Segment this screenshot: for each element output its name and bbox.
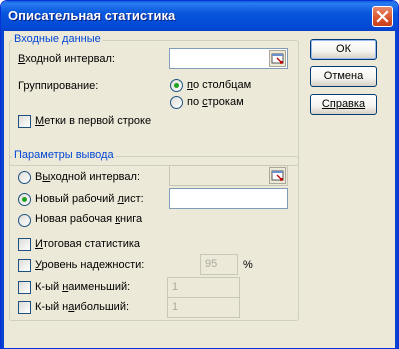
by-rows-label-post: трокам	[207, 96, 244, 108]
summary-stats-label-hotkey: И	[35, 238, 43, 250]
by-rows-label[interactable]: по строкам	[187, 96, 244, 108]
input-range-collapse-button[interactable]	[269, 50, 286, 67]
output-group-legend: Параметры вывода	[12, 149, 116, 161]
new-workbook-label[interactable]: Новая рабочая книга	[35, 213, 142, 225]
input-group-legend: Входные данные	[12, 33, 103, 45]
by-columns-label[interactable]: по столбцам	[187, 79, 251, 91]
confidence-level-field[interactable]: 95	[200, 254, 238, 275]
window-title: Описательная статистика	[8, 8, 176, 23]
ok-button[interactable]: ОК	[310, 39, 377, 60]
kth-largest-label[interactable]: К-ый наибольший:	[35, 301, 129, 313]
confidence-level-unit: %	[243, 259, 253, 271]
by-rows-radio[interactable]	[170, 96, 183, 109]
input-range-field[interactable]	[169, 48, 288, 69]
descriptive-statistics-dialog: Описательная статистика Входные данные В…	[0, 0, 399, 349]
confidence-level-label[interactable]: Уровень надежности:	[35, 259, 144, 271]
summary-stats-label[interactable]: Итоговая статистика	[35, 238, 140, 250]
new-workbook-label-pre: Новая рабочая	[35, 213, 116, 225]
grouping-label: Группирование:	[18, 80, 99, 92]
new-workbook-label-post: нига	[120, 213, 143, 225]
new-sheet-radio[interactable]	[18, 193, 31, 206]
range-select-icon	[271, 53, 284, 64]
labels-first-row-label-hotkey: М	[35, 115, 45, 127]
new-sheet-label-post: ист:	[123, 193, 144, 205]
labels-first-row-label[interactable]: Метки в первой строке	[35, 115, 151, 127]
close-icon	[376, 10, 389, 23]
new-sheet-label-pre: Новый рабочий	[35, 193, 118, 205]
help-button[interactable]: Справка	[310, 94, 377, 115]
summary-stats-label-post: тоговая статистика	[42, 238, 141, 250]
new-workbook-radio[interactable]	[18, 214, 31, 227]
kth-largest-value: 1	[172, 301, 179, 313]
labels-first-row-label-post: етки в первой строке	[44, 115, 152, 127]
confidence-level-value: 95	[205, 258, 218, 270]
range-select-icon	[271, 170, 284, 181]
new-sheet-label[interactable]: Новый рабочий лист:	[35, 193, 144, 205]
input-range-label-post: ходной интервал:	[25, 53, 115, 65]
kth-largest-label-pre: К-ый н	[35, 301, 69, 313]
by-rows-label-pre: по	[187, 96, 203, 108]
input-range-label: Входной интервал:	[18, 53, 115, 65]
window-frame-left	[1, 31, 4, 348]
summary-stats-checkbox[interactable]	[18, 238, 31, 251]
by-columns-label-post: о столбцам	[192, 79, 252, 91]
output-range-radio[interactable]	[18, 171, 31, 184]
labels-first-row-checkbox[interactable]	[18, 115, 31, 128]
kth-largest-field[interactable]: 1	[167, 297, 240, 318]
kth-largest-checkbox[interactable]	[18, 301, 31, 314]
output-range-collapse-button[interactable]	[269, 167, 286, 184]
title-bar[interactable]: Описательная статистика	[1, 1, 398, 31]
kth-smallest-field[interactable]: 1	[167, 277, 240, 298]
cancel-button[interactable]: Отмена	[310, 66, 377, 87]
kth-smallest-label-pre: К-ый	[35, 281, 63, 293]
help-button-label: Справка	[321, 98, 366, 110]
output-range-label[interactable]: Выходной интервал:	[35, 171, 140, 183]
output-range-field[interactable]	[169, 165, 288, 186]
kth-smallest-label[interactable]: К-ый наименьший:	[35, 281, 130, 293]
new-sheet-name-field[interactable]	[169, 188, 288, 209]
kth-largest-label-post: ибольший:	[74, 301, 130, 313]
kth-smallest-label-post: аименьший:	[68, 281, 131, 293]
kth-smallest-value: 1	[172, 281, 179, 293]
window-frame-right	[395, 31, 398, 348]
by-columns-radio[interactable]	[170, 79, 183, 92]
kth-smallest-checkbox[interactable]	[18, 281, 31, 294]
confidence-level-checkbox[interactable]	[18, 259, 31, 272]
output-range-label-post: ходной интервал:	[50, 171, 140, 183]
close-button[interactable]	[372, 6, 393, 27]
confidence-level-label-post: ровень надежности:	[41, 259, 145, 271]
